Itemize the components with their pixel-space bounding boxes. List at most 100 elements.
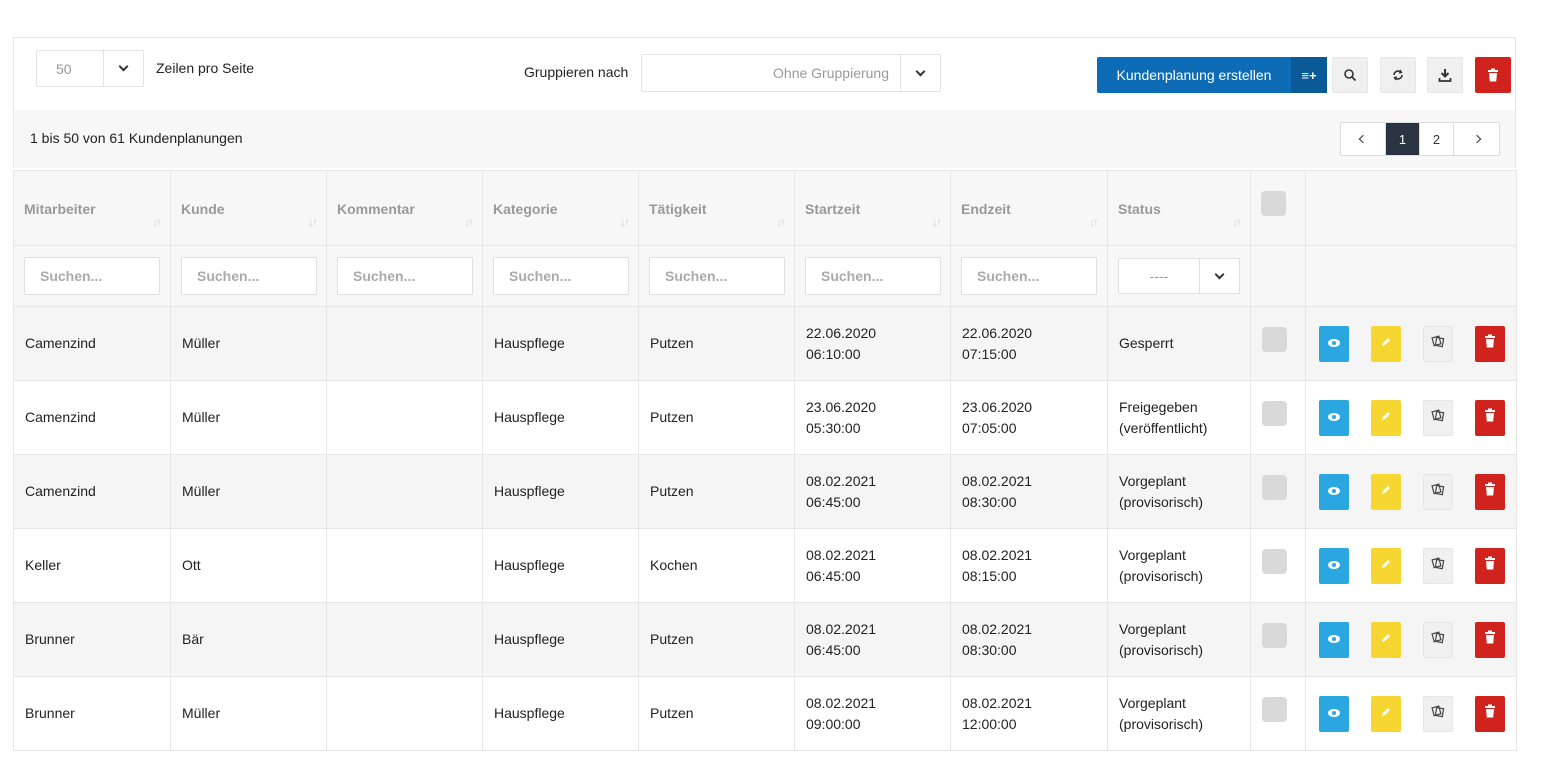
search-input-kommentar[interactable]: Suchen... xyxy=(337,257,473,295)
start-date: 08.02.2021 xyxy=(806,620,877,637)
delete-button[interactable] xyxy=(1475,399,1506,436)
eye-icon xyxy=(1327,703,1341,724)
cell-startzeit: 23.06.2020 05:30:00 xyxy=(794,380,951,455)
cell-actions xyxy=(1305,306,1517,381)
copy-button[interactable] xyxy=(1422,547,1454,584)
copy-button[interactable] xyxy=(1422,325,1454,362)
cell-kunde: Müller xyxy=(170,306,327,381)
copy-button[interactable] xyxy=(1422,695,1454,732)
row-checkbox[interactable] xyxy=(1262,697,1287,722)
view-button[interactable] xyxy=(1319,325,1349,362)
status-line-1: Vorgeplant xyxy=(1119,472,1186,489)
col-header-startzeit[interactable]: Startzeit ↓↑ xyxy=(794,170,951,246)
pencil-icon xyxy=(1380,481,1392,502)
cell-startzeit: 08.02.2021 06:45:00 xyxy=(794,454,951,529)
filter-cell: Suchen... xyxy=(170,245,327,307)
copy-button[interactable] xyxy=(1422,621,1454,658)
delete-button[interactable] xyxy=(1475,695,1506,732)
row-actions xyxy=(1317,473,1506,510)
edit-button[interactable] xyxy=(1370,621,1401,658)
edit-button[interactable] xyxy=(1370,695,1401,732)
header-label: Endzeit xyxy=(961,201,1011,217)
header-label: Status xyxy=(1118,201,1161,217)
row-checkbox[interactable] xyxy=(1262,475,1287,500)
cell-endzeit: 08.02.2021 08:30:00 xyxy=(950,454,1108,529)
row-checkbox[interactable] xyxy=(1262,401,1287,426)
row-actions xyxy=(1317,621,1506,658)
cell-select xyxy=(1250,676,1306,751)
status-filter-select[interactable]: ---- xyxy=(1118,258,1240,294)
row-checkbox[interactable] xyxy=(1262,623,1287,648)
copy-button[interactable] xyxy=(1422,473,1454,510)
view-button[interactable] xyxy=(1319,473,1349,510)
add-list-icon: ≡+ xyxy=(1291,57,1327,93)
delete-button[interactable] xyxy=(1475,473,1506,510)
col-header-taetigkeit[interactable]: Tätigkeit ↓↑ xyxy=(638,170,795,246)
search-input-kategorie[interactable]: Suchen... xyxy=(493,257,629,295)
edit-button[interactable] xyxy=(1370,399,1401,436)
start-time: 06:10:00 xyxy=(806,345,861,362)
status-line-2: (provisorisch) xyxy=(1119,567,1204,584)
search-input-startzeit[interactable]: Suchen... xyxy=(805,257,941,295)
col-header-endzeit[interactable]: Endzeit ↓↑ xyxy=(950,170,1108,246)
col-header-kategorie[interactable]: Kategorie ↓↑ xyxy=(482,170,639,246)
search-input-kunde[interactable]: Suchen... xyxy=(181,257,317,295)
view-button[interactable] xyxy=(1319,399,1349,436)
search-input-taetigkeit[interactable]: Suchen... xyxy=(649,257,785,295)
cell-startzeit: 08.02.2021 06:45:00 xyxy=(794,528,951,603)
cell-kommentar xyxy=(326,602,483,677)
view-button[interactable] xyxy=(1319,547,1349,584)
cell-kategorie: Hauspflege xyxy=(482,306,639,381)
cell-taetigkeit: Kochen xyxy=(638,528,795,603)
filter-cell: Suchen... xyxy=(950,245,1108,307)
cell-status: Vorgeplant (provisorisch) xyxy=(1107,676,1251,751)
edit-button[interactable] xyxy=(1370,325,1401,362)
download-button[interactable] xyxy=(1427,57,1463,93)
cell-kategorie: Hauspflege xyxy=(482,380,639,455)
next-page-button[interactable] xyxy=(1454,123,1499,155)
row-checkbox[interactable] xyxy=(1262,327,1287,352)
group-by-select[interactable]: Ohne Gruppierung xyxy=(641,54,941,92)
delete-selected-button[interactable] xyxy=(1475,57,1511,93)
copy-icon xyxy=(1431,333,1445,354)
copy-button[interactable] xyxy=(1422,399,1454,436)
status-filter-value: ---- xyxy=(1149,268,1169,284)
col-header-mitarbeiter[interactable]: Mitarbeiter ↓↑ xyxy=(13,170,171,246)
delete-button[interactable] xyxy=(1475,547,1506,584)
sort-icon: ↓↑ xyxy=(308,215,318,229)
col-header-status[interactable]: Status ↓↑ xyxy=(1107,170,1251,246)
cell-status: Gesperrt xyxy=(1107,306,1251,381)
view-button[interactable] xyxy=(1319,621,1349,658)
delete-button[interactable] xyxy=(1475,621,1506,658)
cell-kommentar xyxy=(326,306,483,381)
page-2-button[interactable]: 2 xyxy=(1420,123,1454,155)
cell-kategorie: Hauspflege xyxy=(482,454,639,529)
chevron-left-icon xyxy=(1358,134,1368,144)
col-header-kommentar[interactable]: Kommentar ↓↑ xyxy=(326,170,483,246)
search-input-mitarbeiter[interactable]: Suchen... xyxy=(24,257,160,295)
cell-taetigkeit: Putzen xyxy=(638,676,795,751)
header-label: Startzeit xyxy=(805,201,861,217)
row-checkbox[interactable] xyxy=(1262,549,1287,574)
select-all-checkbox[interactable] xyxy=(1261,191,1286,216)
refresh-button[interactable] xyxy=(1380,57,1416,93)
cell-taetigkeit: Putzen xyxy=(638,306,795,381)
edit-button[interactable] xyxy=(1370,473,1401,510)
delete-button[interactable] xyxy=(1475,325,1506,362)
view-button[interactable] xyxy=(1319,695,1349,732)
search-input-endzeit[interactable]: Suchen... xyxy=(961,257,1097,295)
prev-page-button[interactable] xyxy=(1341,123,1386,155)
search-button[interactable] xyxy=(1332,57,1368,93)
create-customer-planning-button[interactable]: Kundenplanung erstellen ≡+ xyxy=(1097,57,1327,93)
rows-per-page-select[interactable]: 50 xyxy=(36,50,144,87)
search-icon xyxy=(1344,69,1357,82)
page-1-button[interactable]: 1 xyxy=(1386,123,1420,155)
cell-kunde: Ott xyxy=(170,528,327,603)
col-header-kunde[interactable]: Kunde ↓↑ xyxy=(170,170,327,246)
cell-kunde: Müller xyxy=(170,380,327,455)
edit-button[interactable] xyxy=(1370,547,1401,584)
cell-select xyxy=(1250,306,1306,381)
start-time: 06:45:00 xyxy=(806,567,861,584)
table-controls-panel: 50 Zeilen pro Seite Gruppieren nach Ohne… xyxy=(13,37,1516,168)
end-date: 08.02.2021 xyxy=(962,546,1033,563)
